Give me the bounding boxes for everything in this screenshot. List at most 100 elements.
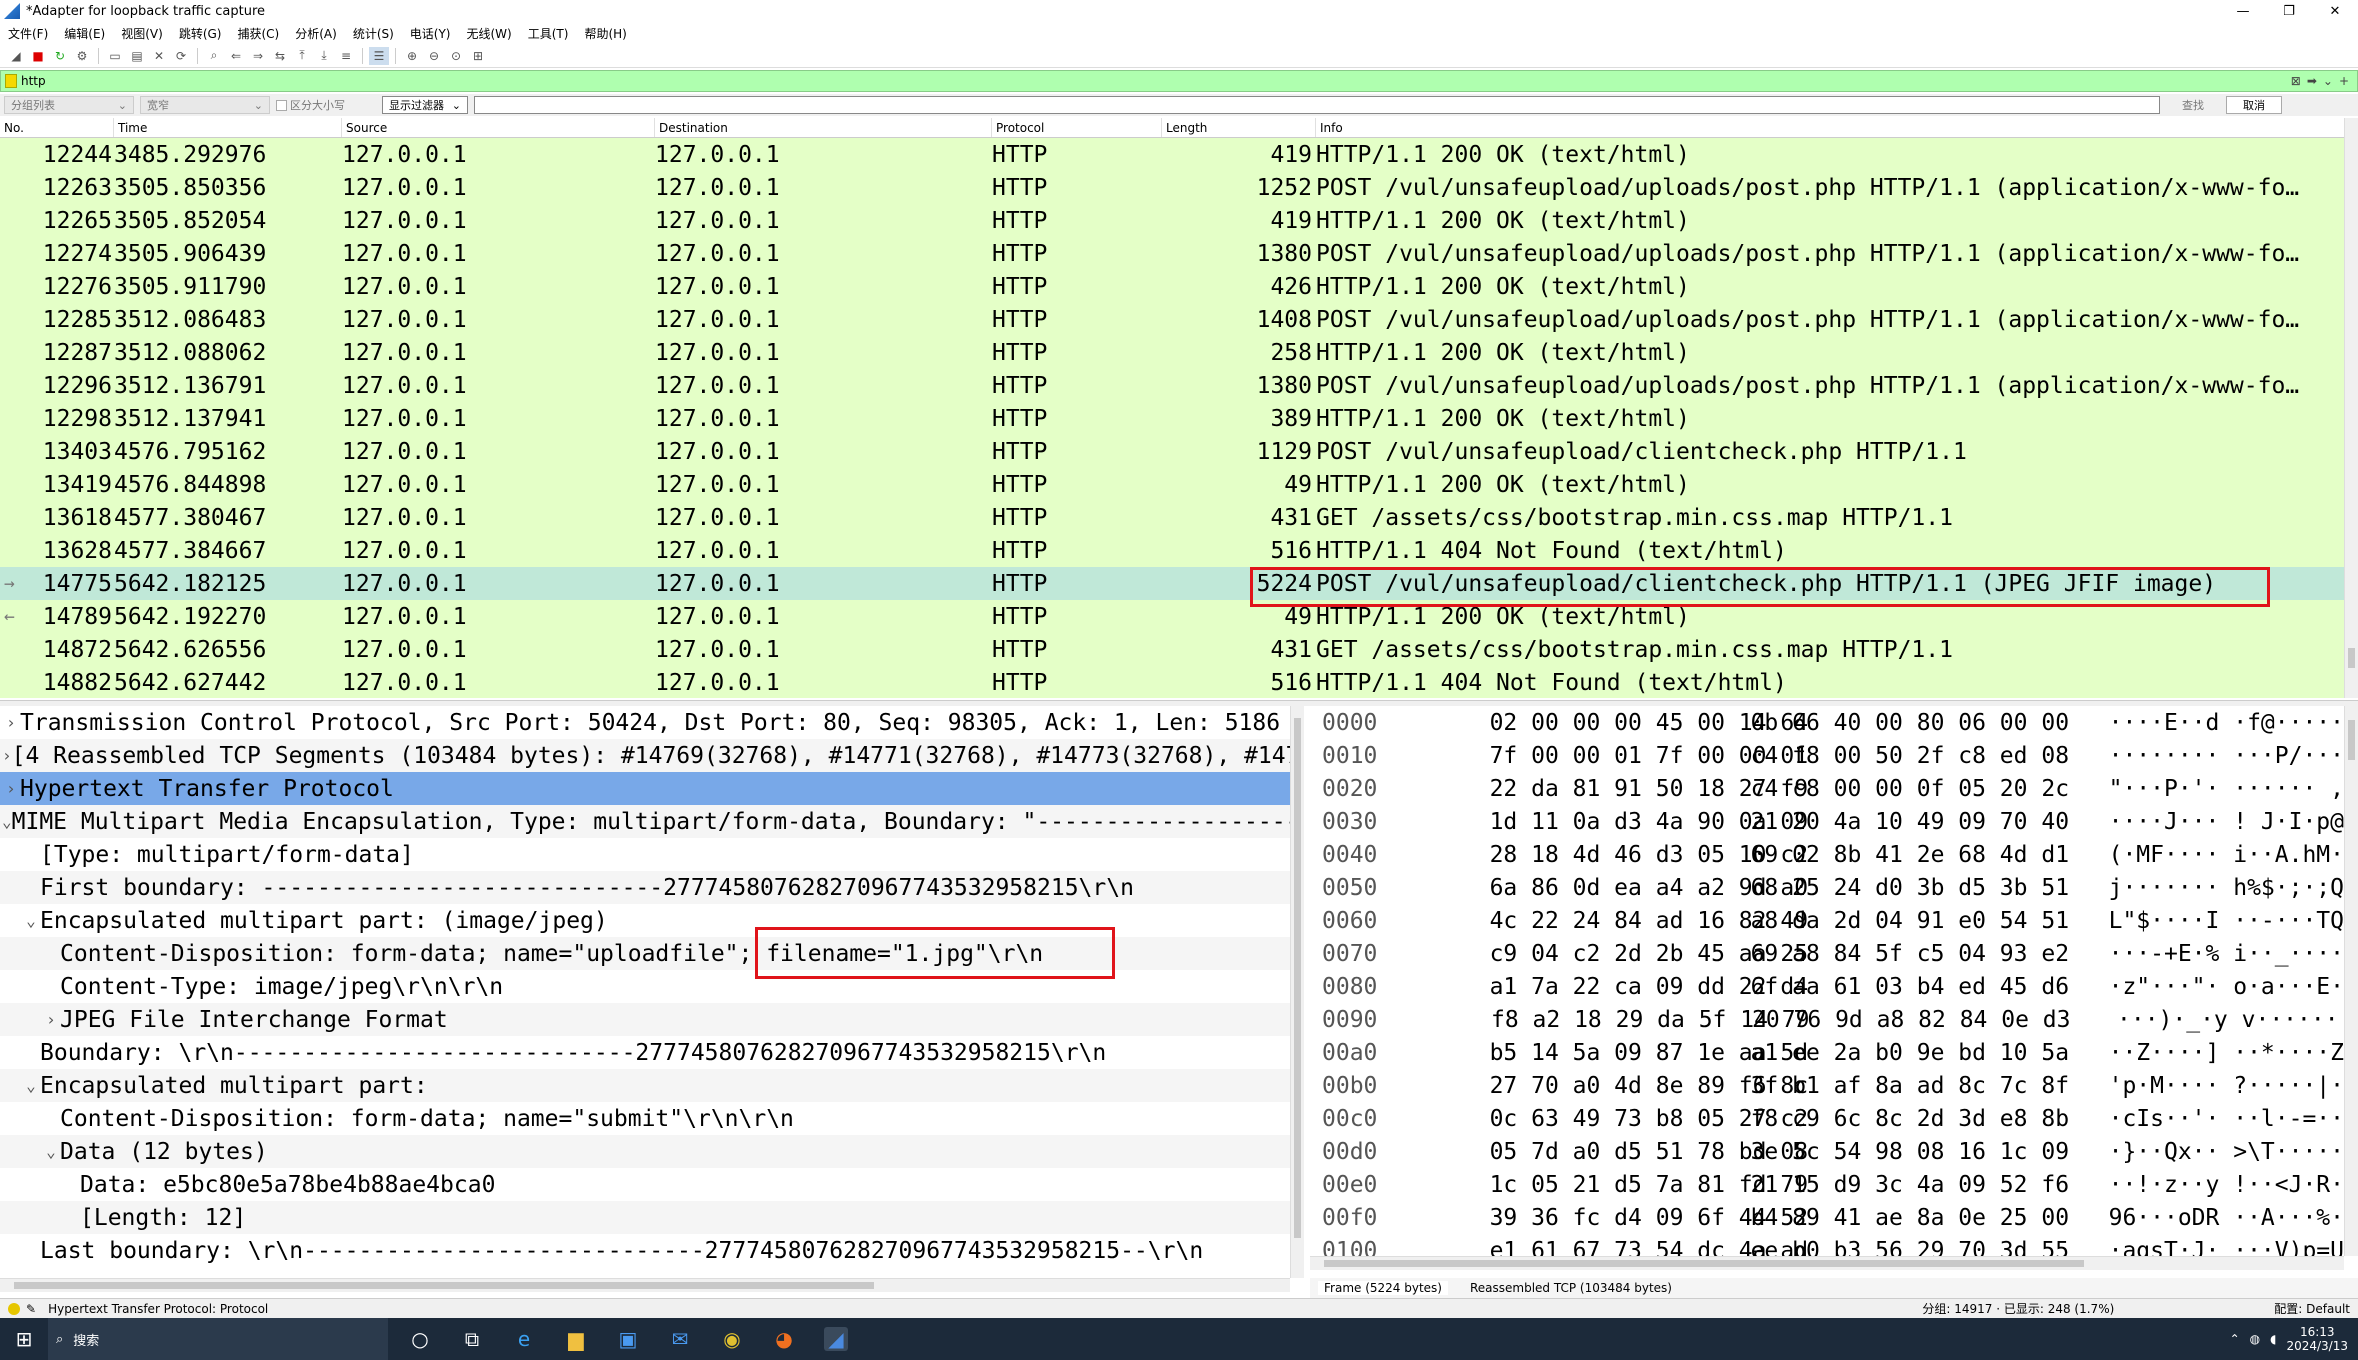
menu-go[interactable]: 跳转(G) — [171, 25, 230, 42]
detail-tree-item[interactable]: Data: e5bc80e5a78be4b88ae4bca0 — [0, 1168, 1290, 1201]
bookmark-icon[interactable] — [5, 74, 17, 88]
hex-row[interactable]: 0080 a1 7a 22 ca 09 dd 22 d4 6f aa 61 03 b… — [1310, 970, 2344, 1003]
hex-row[interactable]: 0020 22 da 81 91 50 18 27 f9 c4 c8 00 00 0… — [1310, 772, 2344, 805]
menu-tools[interactable]: 工具(T) — [520, 25, 577, 42]
detail-tree-item[interactable]: › [4 Reassembled TCP Segments (103484 byt… — [0, 739, 1290, 772]
packet-row[interactable]: 13403 4576.795162 127.0.0.1 127.0.0.1 HTTP 11… — [0, 435, 2344, 468]
chrome-icon[interactable]: ◉ — [720, 1327, 744, 1351]
close-button[interactable]: ✕ — [2312, 0, 2358, 22]
column-length[interactable]: Length — [1162, 118, 1316, 137]
zoom-out-icon[interactable]: ⊖ — [424, 47, 444, 65]
detail-tree-item[interactable]: [Length: 12] — [0, 1201, 1290, 1234]
hex-row[interactable]: 0060 4c 22 24 84 ad 16 82 49 a8 da 2d 04 9… — [1310, 904, 2344, 937]
packet-row[interactable]: 14872 5642.626556 127.0.0.1 127.0.0.1 HTTP 43… — [0, 633, 2344, 666]
packet-row[interactable]: 12244 3485.292976 127.0.0.1 127.0.0.1 HTTP 41… — [0, 138, 2344, 171]
zoom-in-icon[interactable]: ⊕ — [402, 47, 422, 65]
packet-row[interactable]: 12287 3512.088062 127.0.0.1 127.0.0.1 HTTP 25… — [0, 336, 2344, 369]
hex-row[interactable]: 00c0 0c 63 49 73 b8 05 27 c2 f8 c9 6c 8c 2… — [1310, 1102, 2344, 1135]
menu-analyze[interactable]: 分析(A) — [287, 25, 345, 42]
search-input[interactable] — [474, 96, 2160, 114]
resize-columns-icon[interactable]: ⊞ — [468, 47, 488, 65]
edge-icon[interactable]: e — [512, 1327, 536, 1351]
packet-row[interactable]: 12274 3505.906439 127.0.0.1 127.0.0.1 HTTP 13… — [0, 237, 2344, 270]
menu-help[interactable]: 帮助(H) — [576, 25, 634, 42]
last-packet-icon[interactable]: ⤓ — [314, 47, 334, 65]
zoom-normal-icon[interactable]: ⊙ — [446, 47, 466, 65]
packet-list-scrollbar[interactable] — [2344, 118, 2358, 698]
packet-row[interactable]: 13419 4576.844898 127.0.0.1 127.0.0.1 HTTP 49… — [0, 468, 2344, 501]
network-icon[interactable]: ◍ — [2250, 1332, 2260, 1346]
go-back-icon[interactable]: ⇐ — [226, 47, 246, 65]
menu-statistics[interactable]: 统计(S) — [345, 25, 402, 42]
details-hscrollbar[interactable] — [0, 1278, 1290, 1292]
shark-fin-icon[interactable]: ◢ — [6, 47, 26, 65]
packet-row[interactable]: 12265 3505.852054 127.0.0.1 127.0.0.1 HTTP 41… — [0, 204, 2344, 237]
detail-tree-item[interactable]: › Hypertext Transfer Protocol — [0, 772, 1290, 805]
column-time[interactable]: Time — [114, 118, 342, 137]
packet-row[interactable]: 12285 3512.086483 127.0.0.1 127.0.0.1 HTTP 14… — [0, 303, 2344, 336]
column-source[interactable]: Source — [342, 118, 655, 137]
collapsed-arrow-icon[interactable]: › — [42, 1010, 60, 1029]
search-type-select[interactable]: 显示过滤器 ⌄ — [382, 96, 468, 114]
detail-tree-item[interactable]: Boundary: \r\n--------------------------… — [0, 1036, 1290, 1069]
expanded-arrow-icon[interactable]: ⌄ — [2, 812, 12, 831]
status-profile[interactable]: 配置: Default — [2274, 1300, 2350, 1317]
save-file-icon[interactable]: ▤ — [127, 47, 147, 65]
tray-chevron-icon[interactable]: ⌃ — [2230, 1332, 2240, 1346]
cortana-icon[interactable]: ○ — [408, 1327, 432, 1351]
hex-row[interactable]: 00a0 b5 14 5a 09 87 1e aa 5d a1 ee 2a b0 9… — [1310, 1036, 2344, 1069]
packet-row[interactable]: 12296 3512.136791 127.0.0.1 127.0.0.1 HTTP 13… — [0, 369, 2344, 402]
file-explorer-icon[interactable]: ▆ — [564, 1327, 588, 1351]
hex-row[interactable]: 0040 28 18 4d 46 d3 05 10 c2 69 02 8b 41 2… — [1310, 838, 2344, 871]
details-scrollbar[interactable] — [1290, 706, 1304, 1278]
menu-edit[interactable]: 编辑(E) — [56, 25, 113, 42]
packet-row[interactable]: 12276 3505.911790 127.0.0.1 127.0.0.1 HTTP 42… — [0, 270, 2344, 303]
detail-tree-item[interactable]: [Type: multipart/form-data] — [0, 838, 1290, 871]
close-file-icon[interactable]: ✕ — [149, 47, 169, 65]
case-sensitive-checkbox[interactable]: 区分大小写 — [276, 97, 376, 113]
detail-tree-item[interactable]: › Transmission Control Protocol, Src Port… — [0, 706, 1290, 739]
colorize-icon[interactable]: ☰ — [369, 46, 389, 65]
column-protocol[interactable]: Protocol — [992, 118, 1162, 137]
hex-row[interactable]: 00d0 05 7d a0 d5 51 78 bd 08 3e 5c 54 98 0… — [1310, 1135, 2344, 1168]
expert-info-icon[interactable] — [8, 1302, 20, 1315]
menu-telephony[interactable]: 电话(Y) — [402, 25, 459, 42]
hex-row[interactable]: 0050 6a 86 0d ea a4 a2 9d a0 68 25 24 d0 3… — [1310, 871, 2344, 904]
store-icon[interactable]: ▣ — [616, 1327, 640, 1351]
taskbar-search[interactable]: ⌕ 搜索 — [48, 1318, 388, 1360]
column-destination[interactable]: Destination — [655, 118, 992, 137]
column-info[interactable]: Info — [1316, 118, 2358, 137]
tab-frame[interactable]: Frame (5224 bytes) — [1318, 1281, 1448, 1295]
capture-options-icon[interactable]: ⚙ — [72, 47, 92, 65]
expanded-arrow-icon[interactable]: ⌄ — [22, 911, 40, 930]
hex-row[interactable]: 0030 1d 11 0a d3 4a 90 0a 09 21 20 4a 10 4… — [1310, 805, 2344, 838]
mail-icon[interactable]: ✉ — [668, 1327, 692, 1351]
find-button[interactable]: 查找 — [2166, 96, 2220, 114]
collapsed-arrow-icon[interactable]: › — [2, 746, 12, 765]
hex-row[interactable]: 0070 c9 04 c2 2d 2b 45 aa 25 69 a8 84 5f c… — [1310, 937, 2344, 970]
detail-tree-item[interactable]: Content-Type: image/jpeg\r\n\r\n — [0, 970, 1290, 1003]
packet-row[interactable]: 12263 3505.850356 127.0.0.1 127.0.0.1 HTTP 12… — [0, 171, 2344, 204]
menu-capture[interactable]: 捕获(C) — [229, 25, 287, 42]
bytes-hscrollbar[interactable] — [1310, 1256, 2344, 1270]
packet-row[interactable]: 13618 4577.380467 127.0.0.1 127.0.0.1 HTTP 43… — [0, 501, 2344, 534]
find-packet-icon[interactable]: ⌕ — [204, 47, 224, 65]
display-filter-input[interactable]: http — [21, 74, 2291, 88]
task-view-icon[interactable]: ⧉ — [460, 1327, 484, 1351]
minimize-button[interactable]: — — [2220, 0, 2266, 22]
restart-capture-icon[interactable]: ↻ — [50, 47, 70, 65]
detail-tree-item[interactable]: Content-Disposition: form-data; name="su… — [0, 1102, 1290, 1135]
search-scope-select[interactable]: 分组列表 ⌄ — [4, 96, 134, 114]
detail-tree-item[interactable]: Content-Disposition: form-data; name="up… — [0, 937, 1290, 970]
collapsed-arrow-icon[interactable]: › — [2, 779, 20, 798]
go-forward-icon[interactable]: ⇒ — [248, 47, 268, 65]
windows-start-icon[interactable]: ⊞ — [0, 1318, 48, 1360]
autoscroll-icon[interactable]: ≡ — [336, 47, 356, 65]
hex-row[interactable]: 00b0 27 70 a0 4d 8e 89 f6 8c 3f b1 af 8a a… — [1310, 1069, 2344, 1102]
volume-icon[interactable]: ◖ — [2270, 1332, 2276, 1346]
hex-row[interactable]: 0000 02 00 00 00 45 00 14 64 0b 66 40 00 8… — [1310, 706, 2344, 739]
detail-tree-item[interactable]: ⌄ Encapsulated multipart part: — [0, 1069, 1290, 1102]
packet-row[interactable]: 12298 3512.137941 127.0.0.1 127.0.0.1 HTTP 38… — [0, 402, 2344, 435]
clock[interactable]: 16:13 2024/3/13 — [2286, 1325, 2348, 1353]
bytes-scrollbar[interactable] — [2344, 706, 2358, 1256]
